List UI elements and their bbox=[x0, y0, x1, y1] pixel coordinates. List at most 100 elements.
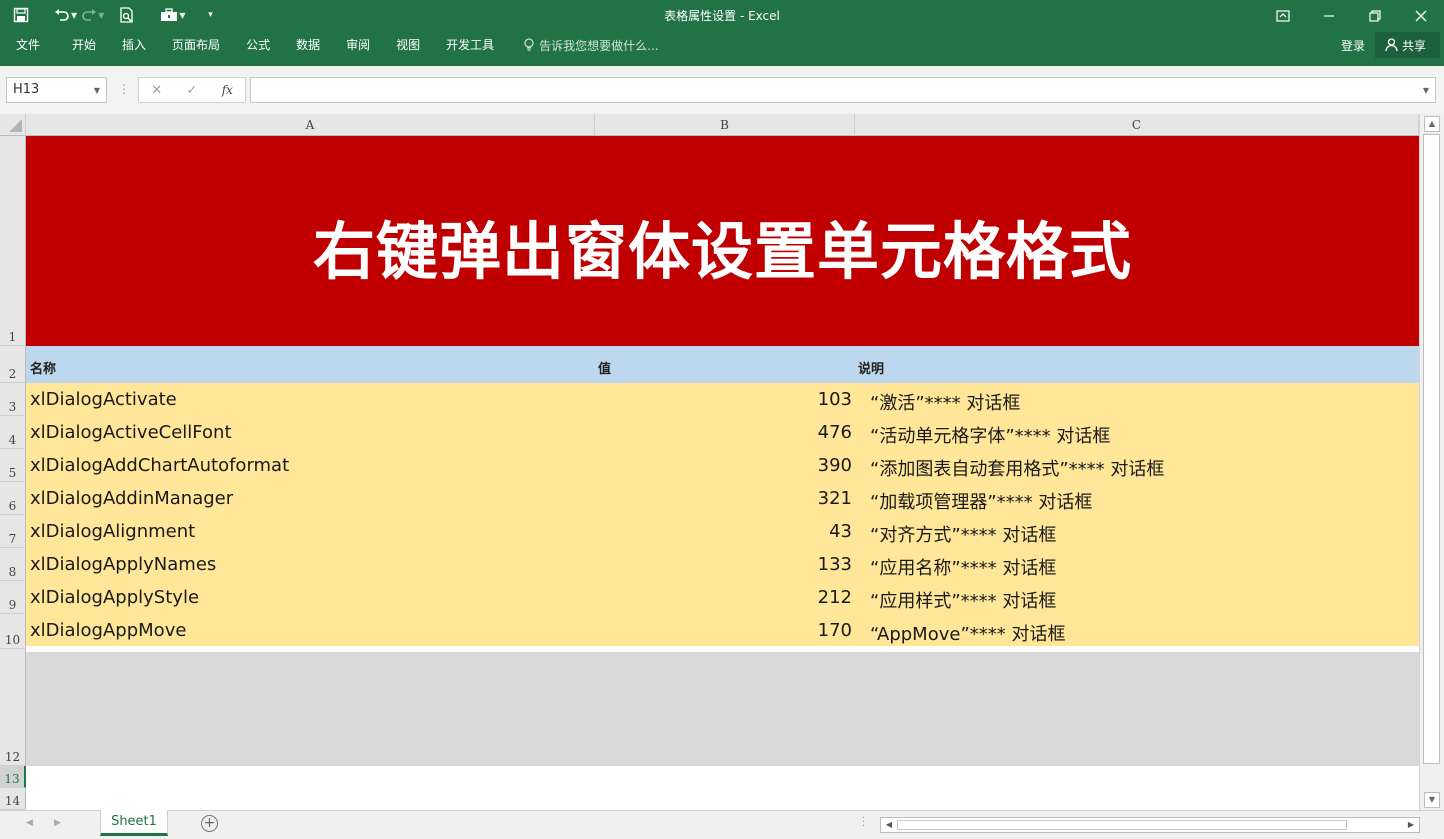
desc-cell[interactable]: “加载项管理器”**** 对话框 bbox=[870, 488, 1092, 514]
customize-qat-icon[interactable]: ▾ bbox=[199, 4, 221, 26]
table-row: xlDialogActiveCellFont 476 “活动单元格字体”****… bbox=[26, 416, 1419, 449]
desc-cell[interactable]: “活动单元格字体”**** 对话框 bbox=[870, 422, 1110, 448]
restore-icon[interactable] bbox=[1352, 0, 1398, 31]
redo-dropdown-icon[interactable]: ▼ bbox=[98, 11, 104, 20]
quick-access-toolbar: ▼ ▼ ▼ ▾ bbox=[10, 4, 221, 26]
name-cell[interactable]: xlDialogAddinManager bbox=[30, 488, 233, 509]
cancel-icon[interactable]: ✕ bbox=[139, 83, 174, 98]
tab-page-layout[interactable]: 页面布局 bbox=[159, 31, 233, 59]
header-row: 名称 值 说明 bbox=[26, 346, 1419, 383]
tab-data[interactable]: 数据 bbox=[283, 31, 333, 59]
insert-function-icon[interactable]: fx bbox=[210, 83, 245, 97]
scroll-right-icon[interactable]: ▶ bbox=[1404, 818, 1418, 832]
value-cell[interactable]: 476 bbox=[596, 422, 852, 443]
tab-split-handle-icon[interactable]: · · · bbox=[862, 814, 865, 832]
value-cell[interactable]: 133 bbox=[596, 554, 852, 575]
tab-formulas[interactable]: 公式 bbox=[233, 31, 283, 59]
desc-cell[interactable]: “激活”**** 对话框 bbox=[870, 389, 1020, 415]
undo-icon[interactable]: ▼ bbox=[54, 4, 77, 26]
sheet-prev-icon[interactable]: ◀ bbox=[26, 818, 33, 828]
row-header-2[interactable]: 2 bbox=[0, 346, 26, 383]
formula-buttons: ✕ ✓ fx bbox=[138, 77, 246, 103]
toolbox-icon[interactable]: ▼ bbox=[160, 4, 185, 26]
name-cell[interactable]: xlDialogAddChartAutoformat bbox=[30, 455, 289, 476]
share-button[interactable]: 共享 bbox=[1374, 32, 1440, 58]
tab-view[interactable]: 视图 bbox=[383, 31, 433, 59]
tell-me-text: 告诉我您想要做什么... bbox=[539, 38, 659, 53]
ribbon-display-options-icon[interactable] bbox=[1260, 0, 1306, 31]
name-box-dropdown-icon[interactable]: ▼ bbox=[94, 86, 100, 95]
name-cell[interactable]: xlDialogActiveCellFont bbox=[30, 422, 232, 443]
value-cell[interactable]: 103 bbox=[596, 389, 852, 410]
row-header-8[interactable]: 8 bbox=[0, 548, 26, 581]
tab-insert[interactable]: 插入 bbox=[109, 31, 159, 59]
sheet-next-icon[interactable]: ▶ bbox=[54, 818, 61, 828]
redo-icon[interactable]: ▼ bbox=[81, 4, 104, 26]
desc-cell[interactable]: “应用样式”**** 对话框 bbox=[870, 587, 1056, 613]
formula-bar-grip-icon[interactable]: ⋮ bbox=[118, 82, 130, 96]
name-box[interactable]: H13 ▼ bbox=[6, 77, 107, 103]
sheet-title-cell[interactable]: 右键弹出窗体设置单元格格式 bbox=[26, 136, 1419, 346]
value-cell[interactable]: 390 bbox=[596, 455, 852, 476]
desc-cell[interactable]: “添加图表自动套用格式”**** 对话框 bbox=[870, 455, 1164, 481]
header-desc-cell[interactable]: 说明 bbox=[858, 358, 884, 377]
sheet-tab-sheet1[interactable]: Sheet1 bbox=[100, 810, 168, 836]
name-cell[interactable]: xlDialogApplyStyle bbox=[30, 587, 199, 608]
save-icon[interactable] bbox=[10, 4, 32, 26]
close-icon[interactable] bbox=[1398, 0, 1444, 31]
header-name-cell[interactable]: 名称 bbox=[30, 358, 56, 377]
column-header-a[interactable]: A bbox=[26, 114, 595, 136]
tab-review[interactable]: 审阅 bbox=[333, 31, 383, 59]
row-header-10[interactable]: 10 bbox=[0, 614, 26, 649]
row-header-9[interactable]: 9 bbox=[0, 581, 26, 614]
grey-fill-block[interactable] bbox=[26, 652, 1419, 766]
row-header-5[interactable]: 5 bbox=[0, 449, 26, 482]
value-cell[interactable]: 321 bbox=[596, 488, 852, 509]
column-header-b[interactable]: B bbox=[595, 114, 855, 136]
value-cell[interactable]: 212 bbox=[596, 587, 852, 608]
horizontal-scroll-thumb[interactable] bbox=[897, 820, 1347, 830]
minimize-icon[interactable] bbox=[1306, 0, 1352, 31]
scroll-left-icon[interactable]: ◀ bbox=[882, 818, 896, 832]
tell-me-box[interactable]: 告诉我您想要做什么... bbox=[523, 31, 659, 59]
undo-dropdown-icon[interactable]: ▼ bbox=[71, 11, 77, 20]
name-cell[interactable]: xlDialogAppMove bbox=[30, 620, 186, 641]
tab-home[interactable]: 开始 bbox=[59, 31, 109, 59]
row-header-3[interactable]: 3 bbox=[0, 383, 26, 416]
toolbox-dropdown-icon[interactable]: ▼ bbox=[179, 11, 185, 20]
desc-cell[interactable]: “应用名称”**** 对话框 bbox=[870, 554, 1056, 580]
horizontal-scrollbar[interactable]: ◀ ▶ bbox=[880, 817, 1420, 833]
empty-cells[interactable] bbox=[26, 766, 1419, 810]
desc-cell[interactable]: “AppMove”**** 对话框 bbox=[870, 620, 1066, 646]
row-header-1[interactable]: 1 bbox=[0, 136, 26, 346]
desc-cell[interactable]: “对齐方式”**** 对话框 bbox=[870, 521, 1056, 547]
name-cell[interactable]: xlDialogApplyNames bbox=[30, 554, 216, 575]
vertical-scrollbar[interactable]: ▲ ▼ bbox=[1419, 114, 1444, 810]
add-sheet-icon[interactable]: + bbox=[201, 815, 218, 832]
sign-in-link[interactable]: 登录 bbox=[1331, 37, 1375, 54]
tab-developer[interactable]: 开发工具 bbox=[433, 31, 507, 59]
ribbon-account-area: 登录 共享 bbox=[1331, 31, 1444, 59]
tab-file[interactable]: 文件 bbox=[0, 31, 59, 59]
formula-bar: H13 ▼ ⋮ ✕ ✓ fx ▼ bbox=[0, 66, 1444, 114]
row-header-14[interactable]: 14 bbox=[0, 788, 26, 810]
enter-icon[interactable]: ✓ bbox=[174, 83, 209, 98]
value-cell[interactable]: 170 bbox=[596, 620, 852, 641]
value-cell[interactable]: 43 bbox=[596, 521, 852, 542]
expand-formula-bar-icon[interactable]: ▼ bbox=[1423, 86, 1429, 95]
name-cell[interactable]: xlDialogActivate bbox=[30, 389, 177, 410]
header-value-cell[interactable]: 值 bbox=[598, 358, 611, 377]
row-header-12[interactable]: 12 bbox=[0, 649, 26, 766]
print-preview-icon[interactable] bbox=[116, 4, 138, 26]
column-header-c[interactable]: C bbox=[855, 114, 1419, 136]
formula-input[interactable]: ▼ bbox=[250, 77, 1436, 103]
vertical-scroll-thumb[interactable] bbox=[1423, 134, 1440, 764]
row-header-13[interactable]: 13 bbox=[0, 766, 26, 788]
row-header-4[interactable]: 4 bbox=[0, 416, 26, 449]
name-cell[interactable]: xlDialogAlignment bbox=[30, 521, 195, 542]
select-all-button[interactable] bbox=[0, 114, 26, 136]
scroll-up-icon[interactable]: ▲ bbox=[1424, 116, 1440, 132]
scroll-down-icon[interactable]: ▼ bbox=[1424, 792, 1440, 808]
row-header-6[interactable]: 6 bbox=[0, 482, 26, 515]
row-header-7[interactable]: 7 bbox=[0, 515, 26, 548]
